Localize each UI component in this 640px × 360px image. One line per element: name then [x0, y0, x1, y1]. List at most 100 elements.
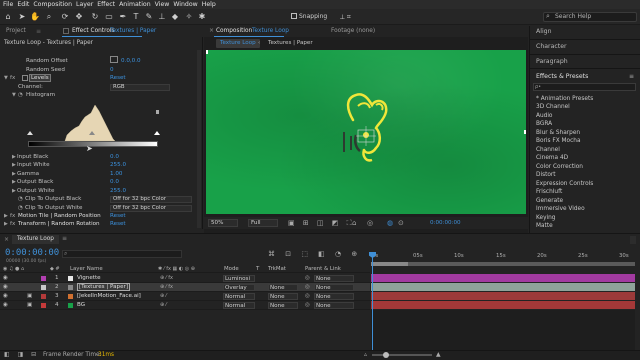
layer-mode[interactable]: Normal — [223, 293, 255, 300]
parent-pickwhip-icon[interactable]: ◎ — [305, 302, 310, 308]
ep-item[interactable]: Distort — [536, 172, 556, 178]
clip-white-dropdown[interactable]: Off for 32 bpc Color — [110, 205, 192, 212]
tab-composition[interactable]: Composition — [216, 28, 252, 34]
zoom-slider-handle[interactable] — [383, 352, 389, 358]
close-icon[interactable]: × — [209, 27, 214, 34]
work-area-bar[interactable] — [371, 262, 635, 266]
layer-parent[interactable]: None — [314, 275, 354, 282]
stopwatch-icon[interactable]: ◔ — [18, 205, 23, 211]
fx-icon[interactable]: fx — [10, 213, 15, 219]
output-white-value[interactable]: 255.0 — [110, 188, 126, 194]
ep-item[interactable]: Blur & Sharpen — [536, 130, 580, 136]
visibility-icon[interactable]: ◉ — [3, 293, 8, 299]
tab-footage[interactable]: Footage (none) — [331, 28, 375, 34]
resolution-dropdown[interactable]: Full — [248, 219, 278, 227]
label-color-chip[interactable] — [41, 303, 46, 308]
tab-effect-controls[interactable]: Effect Controls — [72, 28, 115, 34]
rectangle-tool-icon[interactable]: ▭ — [104, 12, 114, 22]
selection-tool-icon[interactable]: ➤ — [17, 12, 27, 22]
input-black-handle[interactable] — [27, 131, 33, 135]
zoom-out-icon[interactable]: ▵ — [364, 351, 367, 358]
gamma-value[interactable]: 1.00 — [110, 171, 122, 177]
menu-icon[interactable]: ≡ — [36, 28, 41, 35]
switches-icons[interactable]: ⊕ ⁄ — [160, 302, 167, 308]
levels-label[interactable]: Levels — [29, 74, 51, 82]
breadcrumb-textures-paper[interactable]: Textures | Paper — [264, 39, 317, 48]
expand-triangle-icon[interactable]: ▼ — [4, 75, 8, 81]
timeline-search-input[interactable] — [62, 250, 182, 258]
timeline-timecode[interactable]: 0:00:00:00 — [5, 248, 59, 258]
layer-row[interactable]: ◉ ▣ 4 BG ⊕ ⁄ Normal None ◎ None — [0, 301, 370, 310]
zoom-slider-track[interactable] — [372, 354, 432, 356]
zoom-tool-icon[interactable]: ⌕ — [44, 12, 54, 22]
layer-mode[interactable]: Overlay — [223, 284, 255, 291]
input-white-value[interactable]: 255.0 — [110, 162, 126, 168]
hand-tool-icon[interactable]: ✋ — [30, 12, 40, 22]
switches-icons[interactable]: ⊕ ⁄ — [160, 293, 167, 299]
ep-item[interactable]: * Animation Presets — [536, 96, 593, 102]
zoom-dropdown[interactable]: 50% — [208, 219, 238, 227]
eraser-tool-icon[interactable]: ◆ — [170, 12, 180, 22]
view-options-icons[interactable]: ▣ ⊞ ◫ ◩ ⛶ — [288, 219, 355, 228]
ep-item[interactable]: BGRA — [536, 121, 552, 127]
ep-item[interactable]: Matte — [536, 223, 553, 229]
brush-tool-icon[interactable]: ✎ — [144, 12, 154, 22]
motion-tile-reset-link[interactable]: Reset — [110, 213, 126, 219]
work-area-start[interactable] — [371, 262, 408, 266]
snapshot-icon[interactable]: ⊙ — [398, 219, 404, 227]
visibility-icon[interactable]: ◉ — [3, 275, 8, 281]
ep-item[interactable]: Boris FX Mocha — [536, 138, 581, 144]
layer-trkmat[interactable]: None — [268, 302, 298, 309]
text-tool-icon[interactable]: T — [131, 12, 141, 22]
stopwatch-icon[interactable]: ◔ — [18, 196, 23, 202]
snap-options-icon[interactable]: ⟂ ⌗ — [340, 13, 351, 22]
snapping-checkbox[interactable] — [291, 13, 297, 19]
composition-viewer[interactable] — [206, 50, 526, 214]
channel-dropdown[interactable]: RGB — [110, 84, 170, 91]
playhead[interactable] — [372, 252, 373, 350]
layer-duration-bar[interactable] — [371, 301, 635, 309]
ep-item[interactable]: Immersive Video — [536, 206, 585, 212]
menu-composition[interactable]: Composition — [33, 1, 72, 8]
tab-effect-controls-target[interactable]: Textures | Paper — [110, 28, 156, 34]
fx-icon[interactable]: fx — [10, 221, 15, 227]
status-toggle-icons[interactable]: ◧ ◨ ⊟ — [4, 351, 39, 358]
layer-parent[interactable]: None — [314, 293, 354, 300]
transform-reset-link[interactable]: Reset — [110, 221, 126, 227]
layer-mode[interactable]: Luminosi — [223, 275, 255, 282]
timeline-scroll-up[interactable] — [630, 236, 636, 244]
tab-composition-name[interactable]: Texture Loop — [252, 28, 289, 34]
effects-search-input[interactable] — [533, 83, 636, 91]
tab-project[interactable]: Project — [6, 28, 26, 34]
menu-help[interactable]: Help — [202, 1, 216, 8]
expand-triangle-icon[interactable]: ▼ — [12, 92, 16, 98]
pen-tool-icon[interactable]: ✒ — [118, 12, 128, 22]
clone-stamp-tool-icon[interactable]: ⊥ — [157, 12, 167, 22]
pan-behind-tool-icon[interactable]: ↻ — [90, 12, 100, 22]
lock-icon[interactable] — [63, 28, 69, 34]
label-color-chip[interactable] — [41, 285, 46, 290]
timeline-switch-icons[interactable]: ⌘ ⊡ ⬚ ◧ ◔ ⊕ — [268, 250, 361, 258]
label-color-chip[interactable] — [41, 276, 46, 281]
parent-pickwhip-icon[interactable]: ◎ — [305, 284, 310, 290]
random-seed-value[interactable]: 0 — [110, 67, 114, 73]
layer-name[interactable]: [Textures | Paper] — [77, 283, 131, 291]
clip-black-dropdown[interactable]: Off for 32 bpc Color — [110, 196, 192, 203]
breadcrumb-texture-loop[interactable]: Texture Loop — [216, 39, 260, 48]
menu-window[interactable]: Window — [173, 1, 197, 8]
parent-pickwhip-icon[interactable]: ◎ — [305, 275, 310, 281]
layer-name[interactable]: BG — [77, 302, 85, 308]
lock-icon[interactable]: ▣ — [27, 302, 32, 308]
input-white-handle[interactable] — [154, 131, 160, 135]
switches-icons[interactable]: ⊕ ⁄ fx — [160, 284, 173, 290]
col-mode[interactable]: Mode — [224, 266, 239, 272]
ep-item[interactable]: Keying — [536, 215, 555, 221]
ep-item[interactable]: Frischluft — [536, 189, 562, 195]
levels-reset-link[interactable]: Reset — [110, 75, 126, 81]
ec-scrollbar[interactable] — [197, 50, 201, 228]
stopwatch-icon[interactable]: ◔ — [18, 92, 23, 98]
ep-item[interactable]: Audio — [536, 113, 552, 119]
camera-tool-icon[interactable]: ✥ — [74, 12, 84, 22]
layer-mode[interactable]: Normal — [223, 302, 255, 309]
ep-item[interactable]: Expression Controls — [536, 181, 593, 187]
